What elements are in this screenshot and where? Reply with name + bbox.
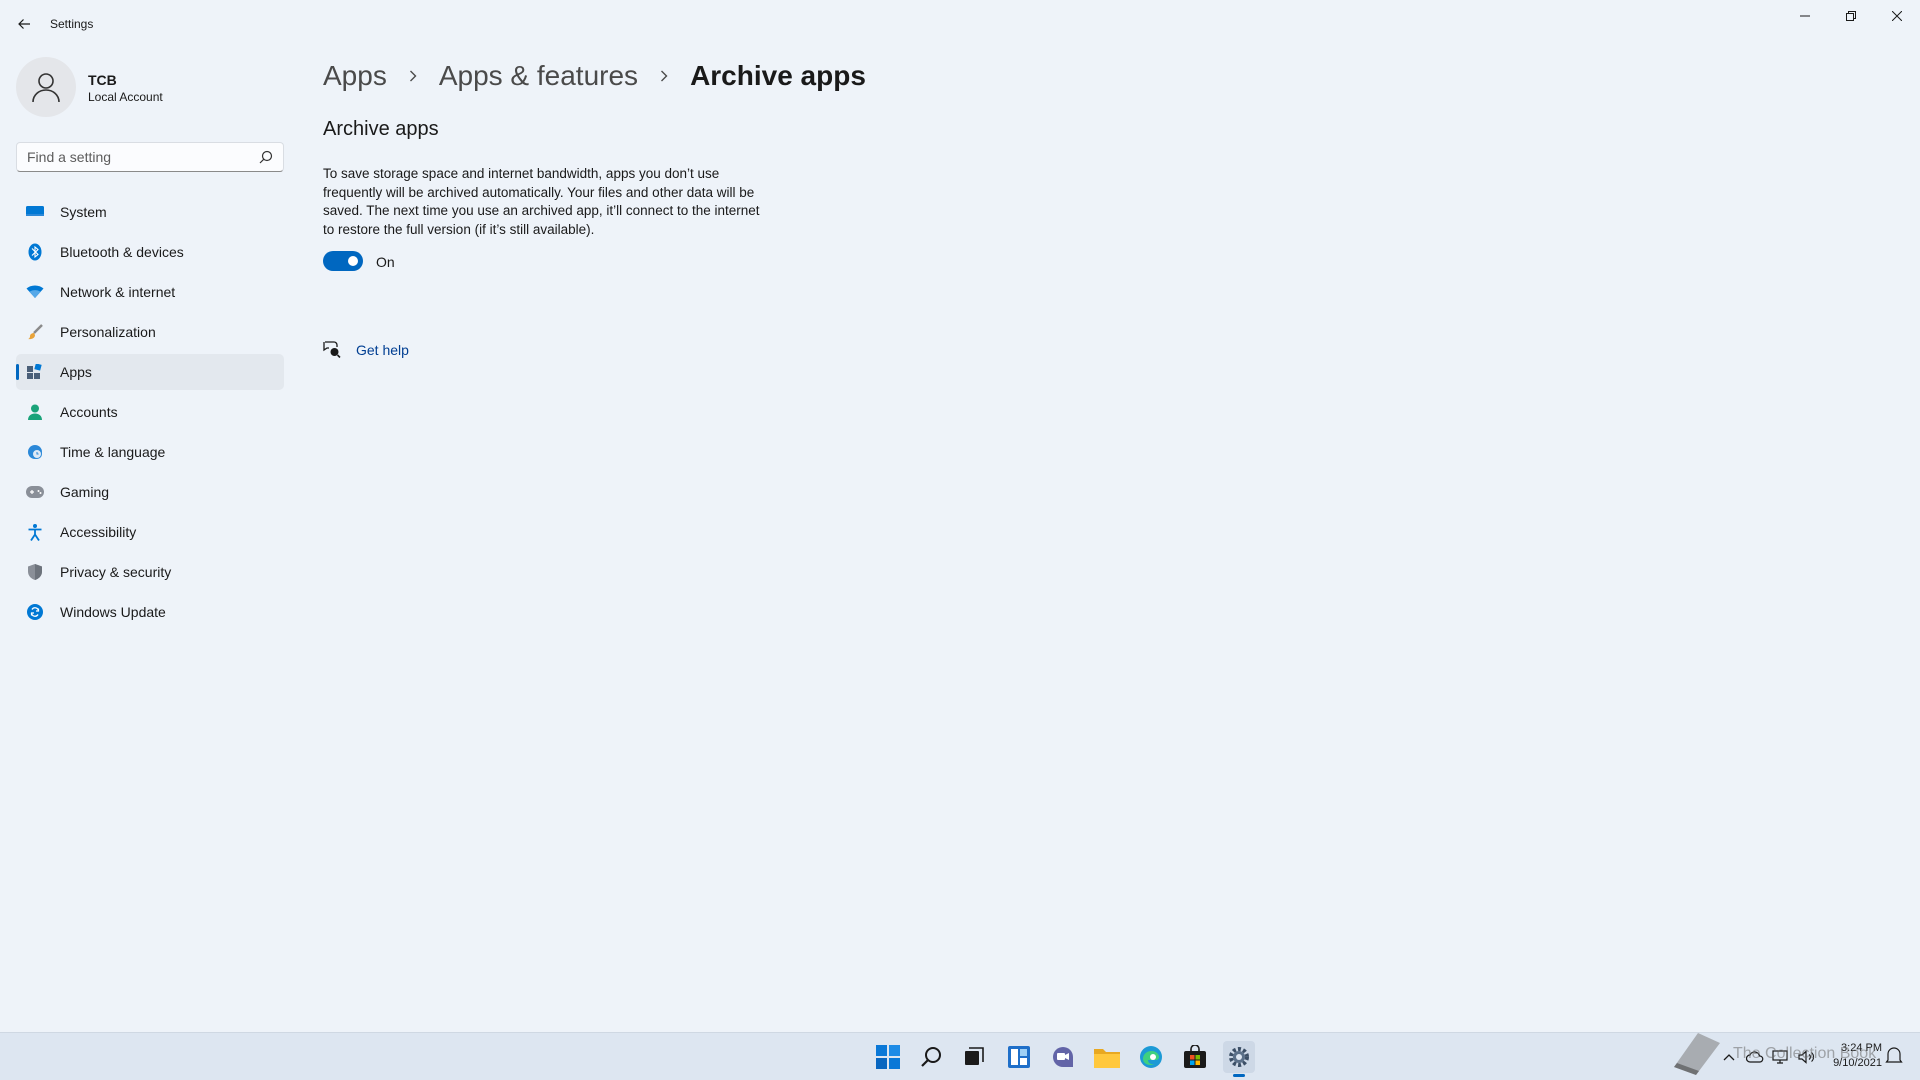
sidebar-item-label: Bluetooth & devices [60, 244, 184, 260]
notification-icon[interactable] [1884, 1046, 1904, 1066]
person-icon [32, 73, 60, 103]
task-view-button[interactable] [958, 1041, 990, 1073]
back-arrow-icon [18, 19, 30, 29]
toggle-state-label: On [376, 254, 395, 270]
start-button[interactable] [872, 1041, 904, 1073]
edge-icon [1140, 1046, 1162, 1068]
taskbar-search-button[interactable] [915, 1041, 947, 1073]
folder-icon [1094, 1049, 1120, 1068]
windows-start-icon [876, 1045, 900, 1069]
chat-icon [1053, 1047, 1073, 1067]
search-icon[interactable] [259, 150, 273, 164]
apps-icon [26, 363, 44, 381]
sidebar-item-label: Privacy & security [60, 564, 172, 580]
get-help-link[interactable]: Get help [356, 342, 409, 358]
section-title: Archive apps [323, 118, 439, 140]
task-view-icon [965, 1047, 984, 1065]
widgets-button[interactable] [1003, 1041, 1035, 1073]
sidebar-nav: System Bluetooth & devices Network & int… [16, 194, 284, 634]
app-title: Settings [50, 17, 94, 31]
archive-description: To save storage space and internet bandw… [323, 166, 760, 237]
edge-browser-button[interactable] [1135, 1041, 1167, 1073]
sidebar-item-label: Gaming [60, 484, 110, 500]
chevron-right-icon [409, 70, 417, 82]
sidebar-item-personalization[interactable]: Personalization [16, 314, 284, 350]
breadcrumb-apps[interactable]: Apps [323, 60, 387, 92]
bluetooth-icon [26, 243, 44, 261]
sidebar-item-label: Time & language [60, 444, 166, 460]
sidebar-item-apps[interactable]: Apps [16, 354, 284, 390]
globe-clock-icon [26, 443, 44, 461]
search-input[interactable] [27, 143, 247, 171]
search-icon [921, 1047, 941, 1067]
close-button[interactable] [1874, 0, 1920, 32]
brush-icon [26, 323, 44, 341]
gamepad-icon [26, 483, 44, 501]
breadcrumb: Apps Apps & features Archive apps [323, 56, 866, 96]
archive-apps-toggle[interactable] [323, 251, 363, 271]
store-icon [1184, 1045, 1206, 1068]
user-profile[interactable]: TCB Local Account [16, 57, 276, 117]
sidebar-item-windows-update[interactable]: Windows Update [16, 594, 284, 630]
close-icon [1892, 11, 1902, 21]
sidebar-item-label: Apps [60, 364, 92, 380]
sidebar-item-network[interactable]: Network & internet [16, 274, 284, 310]
sidebar-item-label: Network & internet [60, 284, 176, 300]
settings-search [16, 142, 284, 172]
settings-window: Settings TCB Local Account System [0, 0, 1920, 1032]
microsoft-store-button[interactable] [1179, 1041, 1211, 1073]
book-watermark-icon [1674, 1033, 1720, 1075]
minimize-icon [1800, 15, 1810, 17]
watermark-text: The Collection Book [1733, 1045, 1877, 1062]
widgets-icon [1008, 1046, 1030, 1068]
sidebar-item-label: Personalization [60, 324, 156, 340]
sidebar-item-bluetooth[interactable]: Bluetooth & devices [16, 234, 284, 270]
settings-app-button[interactable] [1223, 1041, 1255, 1077]
restore-button[interactable] [1828, 0, 1874, 32]
sidebar-item-label: System [60, 204, 107, 220]
chevron-right-icon [660, 70, 668, 82]
active-app-indicator [1233, 1074, 1245, 1077]
sidebar-item-gaming[interactable]: Gaming [16, 474, 284, 510]
file-explorer-button[interactable] [1091, 1041, 1123, 1073]
title-bar: Settings [0, 0, 1920, 48]
sidebar-item-privacy[interactable]: Privacy & security [16, 554, 284, 590]
gear-icon [1229, 1047, 1249, 1067]
breadcrumb-apps-features[interactable]: Apps & features [439, 60, 638, 92]
back-button[interactable] [12, 12, 36, 36]
profile-account-type: Local Account [88, 90, 163, 104]
sidebar-item-label: Accounts [60, 404, 118, 420]
shield-icon [26, 563, 44, 581]
sidebar-item-system[interactable]: System [16, 194, 284, 230]
sidebar-item-time-language[interactable]: Time & language [16, 434, 284, 470]
minimize-button[interactable] [1782, 0, 1828, 32]
person-icon [26, 403, 44, 421]
sidebar-item-label: Windows Update [60, 604, 166, 620]
help-icon [323, 341, 341, 358]
update-icon [26, 603, 44, 621]
page-title: Archive apps [690, 60, 866, 91]
accessibility-icon [26, 523, 44, 541]
sidebar-item-label: Accessibility [60, 524, 137, 540]
sidebar-item-accounts[interactable]: Accounts [16, 394, 284, 430]
monitor-icon [26, 203, 44, 221]
restore-icon [1846, 11, 1856, 21]
taskbar: 3:24 PM 9/10/2021 [0, 1032, 1920, 1080]
wifi-icon [26, 283, 44, 301]
sidebar-item-accessibility[interactable]: Accessibility [16, 514, 284, 550]
profile-name: TCB [88, 72, 117, 88]
avatar [16, 57, 76, 117]
toggle-knob [348, 256, 358, 266]
chat-button[interactable] [1047, 1041, 1079, 1073]
